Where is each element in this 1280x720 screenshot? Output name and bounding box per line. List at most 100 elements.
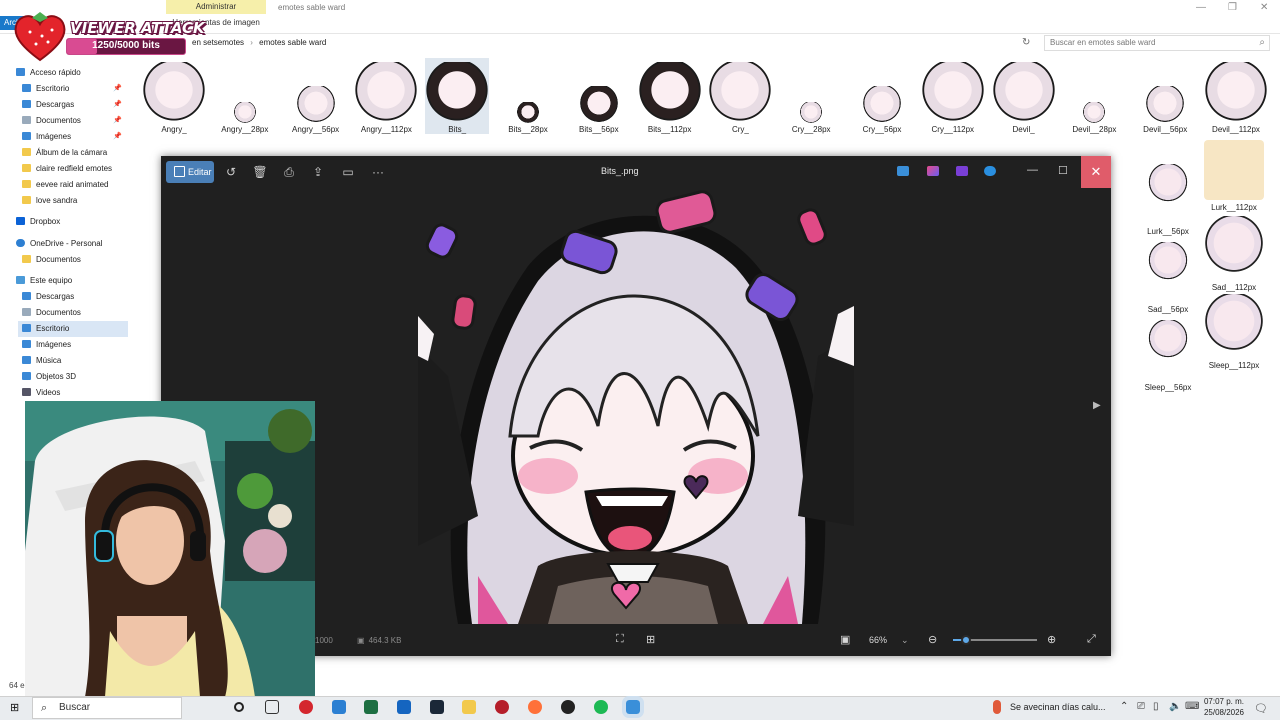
close-button[interactable]: ✕	[1081, 156, 1111, 188]
webcam-image	[25, 401, 315, 697]
app-shortcut-icon[interactable]	[956, 166, 968, 176]
zoom-slider[interactable]	[953, 635, 1037, 645]
file-tile[interactable]: Cry__56px	[850, 58, 914, 134]
firefox-icon[interactable]	[528, 700, 542, 714]
file-tile[interactable]: Cry_	[708, 58, 772, 134]
nav-item-escritorio[interactable]: Escritorio 📌	[22, 81, 128, 97]
file-tile[interactable]: Devil__56px	[1133, 58, 1197, 134]
app-shortcut-icon[interactable]	[897, 166, 909, 176]
windows-start-icon[interactable]: ⊞	[10, 701, 19, 714]
clock-time[interactable]: 07:07 p. m.	[1200, 697, 1244, 706]
app-icon[interactable]	[495, 700, 509, 714]
nav-pc-videos[interactable]: Videos	[22, 385, 60, 401]
print-icon[interactable]: ⎙	[281, 164, 297, 180]
share-icon[interactable]: ⇪	[310, 164, 326, 180]
refresh-icon[interactable]: ↻	[1022, 37, 1030, 48]
nav-item-descargas[interactable]: Descargas 📌	[22, 97, 128, 113]
file-tile[interactable]: Bits__56px	[567, 58, 631, 134]
nav-item-imagenes[interactable]: Imágenes 📌	[22, 129, 128, 145]
file-tile[interactable]: Angry__28px	[213, 58, 277, 134]
fit-to-window-icon[interactable]: ⛶	[616, 633, 624, 646]
restore-icon[interactable]: ❐	[1228, 2, 1237, 13]
cortana-icon[interactable]	[234, 702, 244, 712]
file-tile[interactable]: Angry__112px	[354, 58, 418, 134]
delete-icon[interactable]: 🗑	[252, 164, 268, 180]
file-tile[interactable]: Bits_	[425, 58, 490, 134]
file-tile[interactable]: Devil__28px	[1062, 58, 1126, 134]
nav-item-love-sandra[interactable]: love sandra	[22, 193, 77, 209]
nav-pc-musica[interactable]: Música	[22, 353, 61, 369]
battery-icon[interactable]: ▯	[1153, 701, 1159, 712]
task-view-icon[interactable]	[265, 700, 279, 714]
nav-item-documentos[interactable]: Documentos 📌	[22, 113, 128, 129]
close-icon[interactable]: ✕	[1260, 2, 1268, 13]
nav-item-eevee[interactable]: eevee raid animated	[22, 177, 109, 193]
zoom-in-icon[interactable]: ⊕	[1047, 633, 1056, 646]
nav-onedrive[interactable]: OneDrive - Personal	[16, 236, 102, 252]
edit-button[interactable]: Editar	[166, 161, 214, 183]
fullscreen-icon[interactable]: ⤢	[1087, 633, 1096, 646]
weather-text[interactable]: Se avecinan días calu...	[1010, 702, 1106, 712]
file-tile[interactable]: Lurk__56px	[1136, 160, 1200, 236]
file-label: Devil__112px	[1212, 125, 1260, 134]
clock-date[interactable]: 25/08/2026	[1200, 708, 1244, 717]
file-tile[interactable]: Sad__112px	[1202, 216, 1266, 292]
slideshow-icon[interactable]: ▭	[340, 164, 356, 180]
file-tile[interactable]: Sleep__112px	[1202, 294, 1266, 370]
language-icon[interactable]: ⌨	[1185, 701, 1199, 712]
minimize-icon[interactable]: —	[1196, 2, 1206, 13]
file-tile[interactable]: Sad__56px	[1136, 238, 1200, 314]
zoom-level[interactable]: 66% ⌄	[869, 635, 909, 646]
image-canvas[interactable]	[418, 186, 854, 624]
nav-item-album[interactable]: Álbum de la cámara	[22, 145, 107, 161]
file-tile[interactable]: Devil_	[992, 58, 1056, 134]
nav-onedrive-documentos[interactable]: Documentos	[22, 252, 81, 268]
spotify-icon[interactable]	[594, 700, 608, 714]
more-icon[interactable]: ···	[370, 164, 386, 180]
nav-pc-imagenes[interactable]: Imágenes	[22, 337, 71, 353]
nav-pc-descargas[interactable]: Descargas	[22, 289, 74, 305]
app-shortcut-icon[interactable]	[927, 166, 939, 176]
file-tile[interactable]: Bits__28px	[496, 58, 560, 134]
network-icon[interactable]: ⎚	[1137, 701, 1145, 712]
next-image-icon[interactable]: ▶	[1093, 400, 1101, 411]
taskbar-search[interactable]: ⌕ Buscar	[32, 697, 182, 719]
nav-dropbox[interactable]: Dropbox	[16, 214, 60, 230]
breadcrumb[interactable]: en setsemotes › emotes sable ward	[192, 38, 326, 47]
text-recognition-icon[interactable]: ⊞	[646, 633, 655, 646]
steam-icon[interactable]	[430, 700, 444, 714]
nav-pc-escritorio[interactable]: Escritorio	[18, 321, 128, 337]
excel-icon[interactable]	[364, 700, 378, 714]
chevron-up-icon[interactable]: ⌃	[1120, 701, 1128, 712]
outlook-icon[interactable]	[397, 700, 411, 714]
onedrive-icon[interactable]	[984, 166, 996, 176]
file-tile[interactable]: Cry__28px	[779, 58, 843, 134]
file-tile[interactable]: Angry_	[142, 58, 206, 134]
file-explorer-icon[interactable]	[462, 700, 476, 714]
maximize-icon[interactable]: ☐	[1058, 164, 1068, 177]
file-tile[interactable]: Sleep__56px	[1136, 316, 1200, 392]
actual-size-icon[interactable]: ▣	[840, 633, 850, 646]
file-tile[interactable]: Bits__112px	[638, 58, 702, 134]
nav-pc-objetos-3d[interactable]: Objetos 3D	[22, 369, 76, 385]
opera-icon[interactable]	[299, 700, 313, 714]
file-tile[interactable]: Cry__112px	[921, 58, 985, 134]
obs-icon[interactable]	[561, 700, 575, 714]
notifications-icon[interactable]: 🗨	[1254, 702, 1268, 715]
nav-this-pc[interactable]: Este equipo	[16, 273, 72, 289]
photos-icon[interactable]	[622, 696, 644, 718]
rotate-icon[interactable]: ↺	[223, 164, 239, 180]
search-input[interactable]: Buscar en emotes sable ward ⌕	[1044, 35, 1270, 51]
breadcrumb-item[interactable]: en setsemotes	[192, 38, 244, 47]
nav-pc-documentos[interactable]: Documentos	[22, 305, 81, 321]
zoom-out-icon[interactable]: ⊖	[928, 633, 937, 646]
document-icon	[22, 308, 31, 316]
file-tile[interactable]: Angry__56px	[284, 58, 348, 134]
nav-item-claire[interactable]: claire redfield emotes	[22, 161, 112, 177]
file-tile[interactable]: Devil__112px	[1204, 58, 1268, 134]
breadcrumb-item[interactable]: emotes sable ward	[259, 38, 326, 47]
store-icon[interactable]	[332, 700, 346, 714]
star-icon	[16, 68, 25, 76]
volume-icon[interactable]: 🔈	[1169, 701, 1181, 712]
minimize-icon[interactable]: —	[1027, 164, 1038, 176]
